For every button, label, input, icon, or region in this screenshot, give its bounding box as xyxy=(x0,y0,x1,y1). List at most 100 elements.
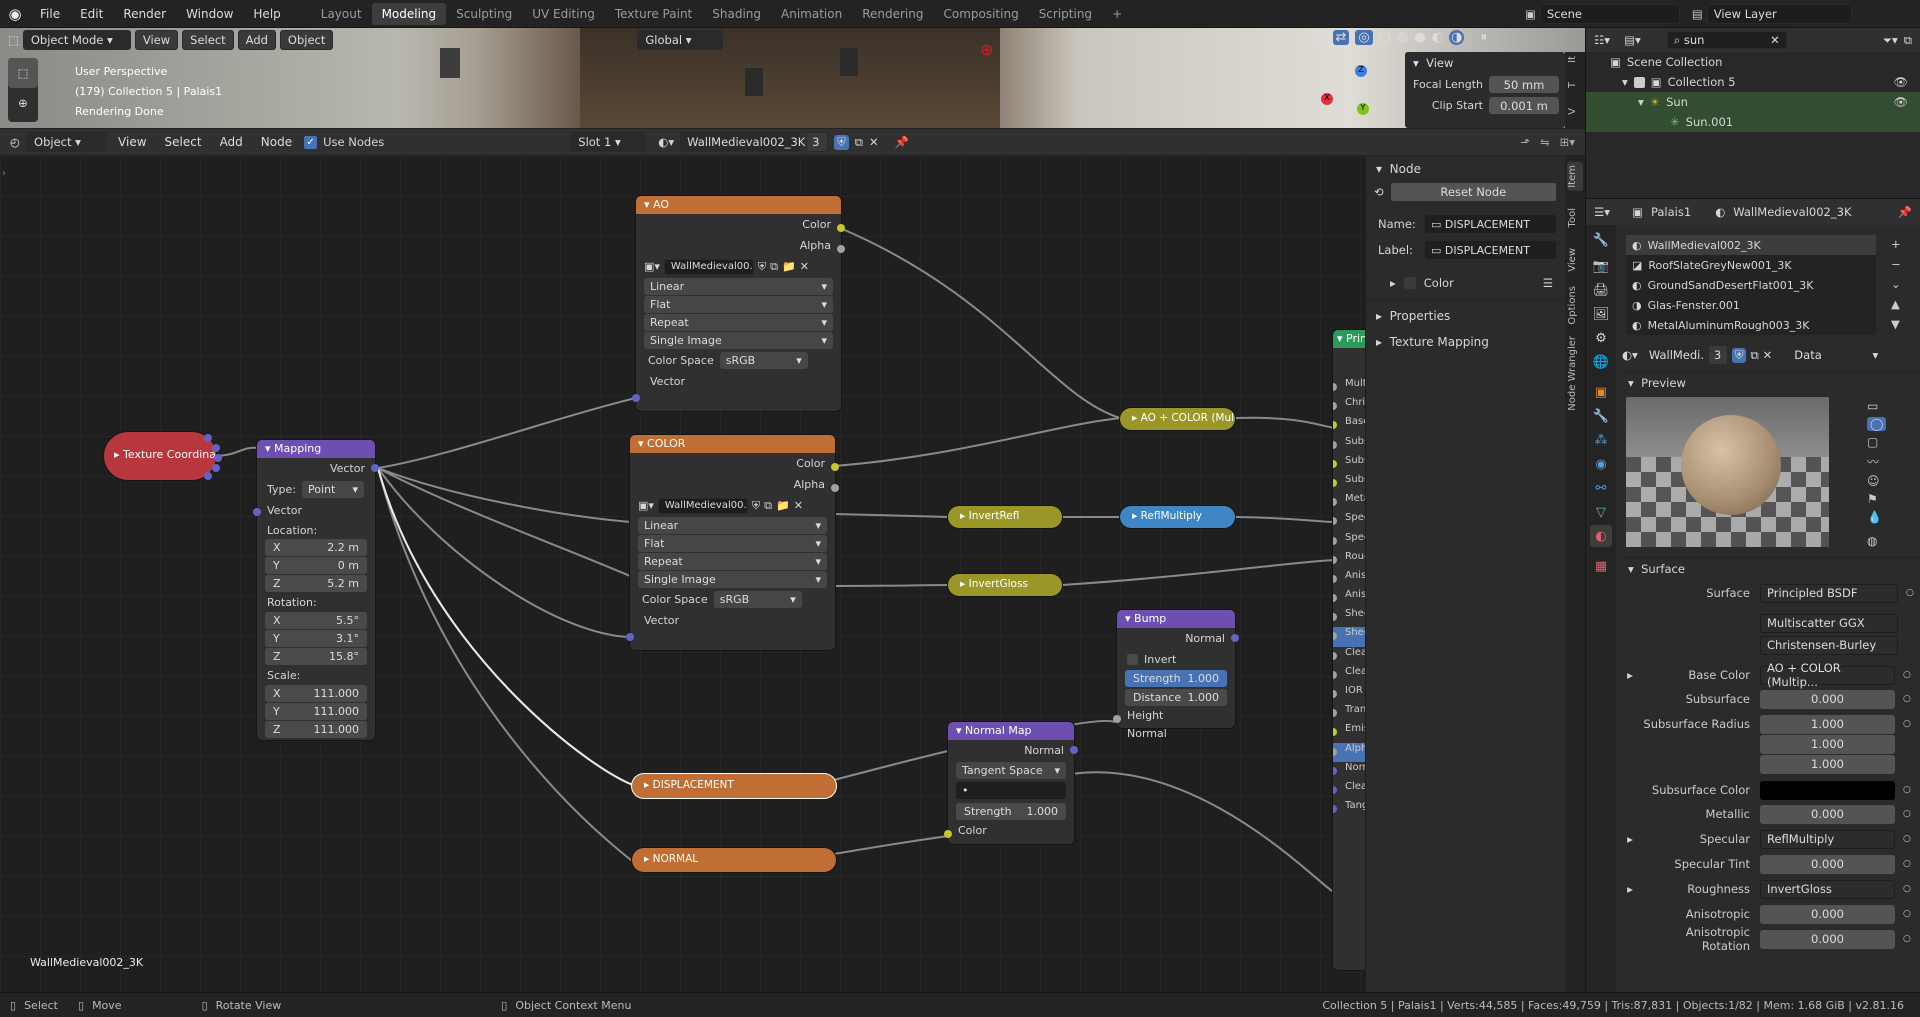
pin-icon[interactable]: 📌 xyxy=(895,135,909,149)
preview-section-header[interactable]: ▾ Preview xyxy=(1622,371,1920,393)
display-mode-icon[interactable]: ▤▾ xyxy=(1624,33,1641,47)
bsdf-input-socket[interactable] xyxy=(1333,574,1337,583)
view-layer-field[interactable]: View Layer xyxy=(1706,4,1852,24)
texcoord-socket[interactable] xyxy=(204,472,212,480)
ao-extension-dropdown[interactable]: Repeat ▾ xyxy=(644,314,833,331)
bump-strength-field[interactable]: Strength 1.000 xyxy=(1125,670,1227,687)
normalmap-space-dropdown[interactable]: Tangent Space ▾ xyxy=(956,762,1066,779)
material-tab-icon[interactable]: ◐ xyxy=(1590,525,1612,547)
node-ao-plus-color[interactable]: ▸ AO + COLOR (Mul... xyxy=(1120,408,1235,430)
shader-type-dropdown[interactable]: Object ▾ xyxy=(26,132,107,152)
open-folder-icon[interactable]: 📁 xyxy=(776,499,790,512)
overlay-toggle-icon[interactable]: ◎ xyxy=(1355,30,1373,45)
ntab-item[interactable]: Item xyxy=(1567,162,1583,191)
expand-icon[interactable]: ▸ xyxy=(1620,668,1640,682)
unlink-icon[interactable]: ✕ xyxy=(1763,348,1773,362)
tab-uv-editing[interactable]: UV Editing xyxy=(522,3,605,25)
node-color-checkbox[interactable] xyxy=(1403,277,1416,289)
scene-icon[interactable]: ▣ xyxy=(1525,7,1536,21)
preview-cloth-icon[interactable]: ⚑ xyxy=(1867,492,1886,506)
viewport-menu-view[interactable]: View xyxy=(134,30,179,50)
outliner-row-scene-collection[interactable]: ▣ Scene Collection xyxy=(1586,52,1920,72)
mapping-rot-y[interactable]: Y 3.1° xyxy=(265,630,367,647)
preview-cube-icon[interactable]: ▢ xyxy=(1867,435,1886,449)
bsdf-input-socket[interactable] xyxy=(1333,670,1337,679)
preview-sphere-icon[interactable]: ◯ xyxy=(1867,417,1887,431)
snap-icon[interactable]: ⇋ xyxy=(1540,135,1550,149)
texcoord-socket[interactable] xyxy=(212,444,220,452)
orientation-dropdown[interactable]: Global ▾ xyxy=(637,30,724,50)
vp-tab-tool[interactable]: T xyxy=(1567,82,1583,88)
properties-type-icon[interactable]: ☰▾ xyxy=(1594,205,1610,219)
expand-icon[interactable]: ▸ xyxy=(1620,832,1640,846)
tab-animation[interactable]: Animation xyxy=(771,3,852,25)
node-bump-header[interactable]: ▾ Bump xyxy=(1117,610,1235,628)
color-colorspace-dropdown[interactable]: sRGB ▾ xyxy=(713,591,802,608)
material-name-field[interactable]: WallMedieval002_3K xyxy=(680,132,805,152)
property-value[interactable]: AO + COLOR (Multip... xyxy=(1760,661,1895,689)
world-tab-icon[interactable]: 🌐 xyxy=(1590,351,1612,373)
bump-invert-checkbox[interactable] xyxy=(1127,654,1138,665)
material-slot-item[interactable]: ◐ MetalAluminumRough003_3K xyxy=(1626,315,1876,335)
keyframe-dot-icon[interactable]: ○ xyxy=(1903,834,1911,844)
mapping-rot-z[interactable]: Z 15.8° xyxy=(265,648,367,665)
texture-mapping-section[interactable]: ▸ Texture Mapping xyxy=(1366,331,1565,353)
bsdf-input-socket[interactable] xyxy=(1333,747,1337,756)
keyframe-dot-icon[interactable]: ○ xyxy=(1903,809,1911,819)
fake-user-icon[interactable]: ⛨ xyxy=(1731,347,1747,363)
normalmap-strength-field[interactable]: Strength 1.000 xyxy=(956,803,1066,820)
ntab-tool[interactable]: Tool xyxy=(1567,208,1583,227)
tab-modeling[interactable]: Modeling xyxy=(371,2,447,25)
visibility-icon[interactable]: 👁 xyxy=(1310,30,1327,45)
move-down-icon[interactable]: ▼ xyxy=(1891,317,1901,331)
color-vector-socket[interactable] xyxy=(626,633,634,641)
property-value[interactable]: 0.000 xyxy=(1760,689,1895,709)
bump-height-socket[interactable] xyxy=(1113,715,1121,723)
preview-fluid-icon[interactable]: 💧 xyxy=(1867,510,1886,524)
link-dropdown[interactable]: Data ▾ xyxy=(1786,345,1887,365)
node-normal-map[interactable]: ▾ Normal Map Normal Tangent Space ▾ • Str… xyxy=(944,722,1078,844)
property-value[interactable] xyxy=(1760,780,1895,800)
color-image-selector[interactable]: ▣▾ WallMedieval00... ⛨ ⧉ 📁 ✕ xyxy=(630,495,835,516)
tab-shading[interactable]: Shading xyxy=(702,3,771,25)
properties-section[interactable]: ▸ Properties xyxy=(1366,300,1565,331)
physics-tab-icon[interactable]: ◉ xyxy=(1590,453,1612,475)
bsdf-header[interactable]: ▾ Prin xyxy=(1333,330,1365,348)
bsdf-input-socket[interactable] xyxy=(1333,613,1337,622)
view-panel-header[interactable]: ▾ View xyxy=(1405,52,1565,74)
node-mapping[interactable]: ▾ Mapping Vector Type: Point ▾ Vector Loca… xyxy=(253,440,379,740)
normalmap-color-socket[interactable] xyxy=(944,830,952,838)
menu-help[interactable]: Help xyxy=(243,7,290,21)
material-slot-item[interactable]: ◐ WallMedieval002_3K xyxy=(1626,235,1876,255)
ao-interpolation-dropdown[interactable]: Linear ▾ xyxy=(644,278,833,295)
mapping-loc-x[interactable]: X 2.2 m xyxy=(265,539,367,556)
viewport-menu-select[interactable]: Select xyxy=(182,30,234,50)
property-value[interactable]: InvertGloss xyxy=(1760,879,1895,899)
color-presets-icon[interactable]: ☰ xyxy=(1543,276,1553,290)
rendered-shading-icon[interactable]: ◑ xyxy=(1449,30,1465,45)
gizmo-x-icon[interactable]: X xyxy=(1321,93,1333,105)
node-mapping-header[interactable]: ▾ Mapping xyxy=(257,440,375,458)
material-slot-list[interactable]: ◐ WallMedieval002_3K ◪ RoofSlateGreyNew001_… xyxy=(1626,235,1876,335)
xray-icon[interactable]: ▢ xyxy=(1379,30,1391,45)
outliner-row-sun[interactable]: ▾ ☀ Sun 👁 xyxy=(1586,92,1920,112)
solid-shading-icon[interactable]: ● xyxy=(1414,30,1425,45)
node-bump[interactable]: ▾ Bump Normal Invert Strength 1.000 Dista… xyxy=(1113,610,1239,740)
keyframe-dot-icon[interactable]: ○ xyxy=(1903,909,1911,919)
ao-colorspace-dropdown[interactable]: sRGB ▾ xyxy=(719,352,808,369)
mapping-scale-x[interactable]: X 111.000 xyxy=(265,685,367,702)
view-layer-tab-icon[interactable]: 🖼 xyxy=(1590,303,1612,325)
node-color-header[interactable]: ▾ COLOR xyxy=(630,435,835,453)
bsdf-input-socket[interactable] xyxy=(1333,651,1337,660)
outliner-row-collection5[interactable]: ▾ ▣ Collection 5 👁 xyxy=(1586,72,1920,92)
texcoord-socket[interactable] xyxy=(204,434,212,442)
bsdf-input-socket[interactable] xyxy=(1333,517,1337,526)
mapping-rot-x[interactable]: X 5.5° xyxy=(265,612,367,629)
material-slot-item[interactable]: ◐ GroundSandDesertFlat001_3K xyxy=(1626,275,1876,295)
keyframe-dot-icon[interactable]: ○ xyxy=(1906,588,1914,598)
tab-layout[interactable]: Layout xyxy=(311,3,372,25)
node-menu-view[interactable]: View xyxy=(112,135,152,149)
slot-dropdown[interactable]: Slot 1 ▾ xyxy=(570,132,647,152)
bsdf-input-socket[interactable] xyxy=(1333,440,1337,449)
node-label-field[interactable]: ▭ DISPLACEMENT xyxy=(1424,240,1557,260)
